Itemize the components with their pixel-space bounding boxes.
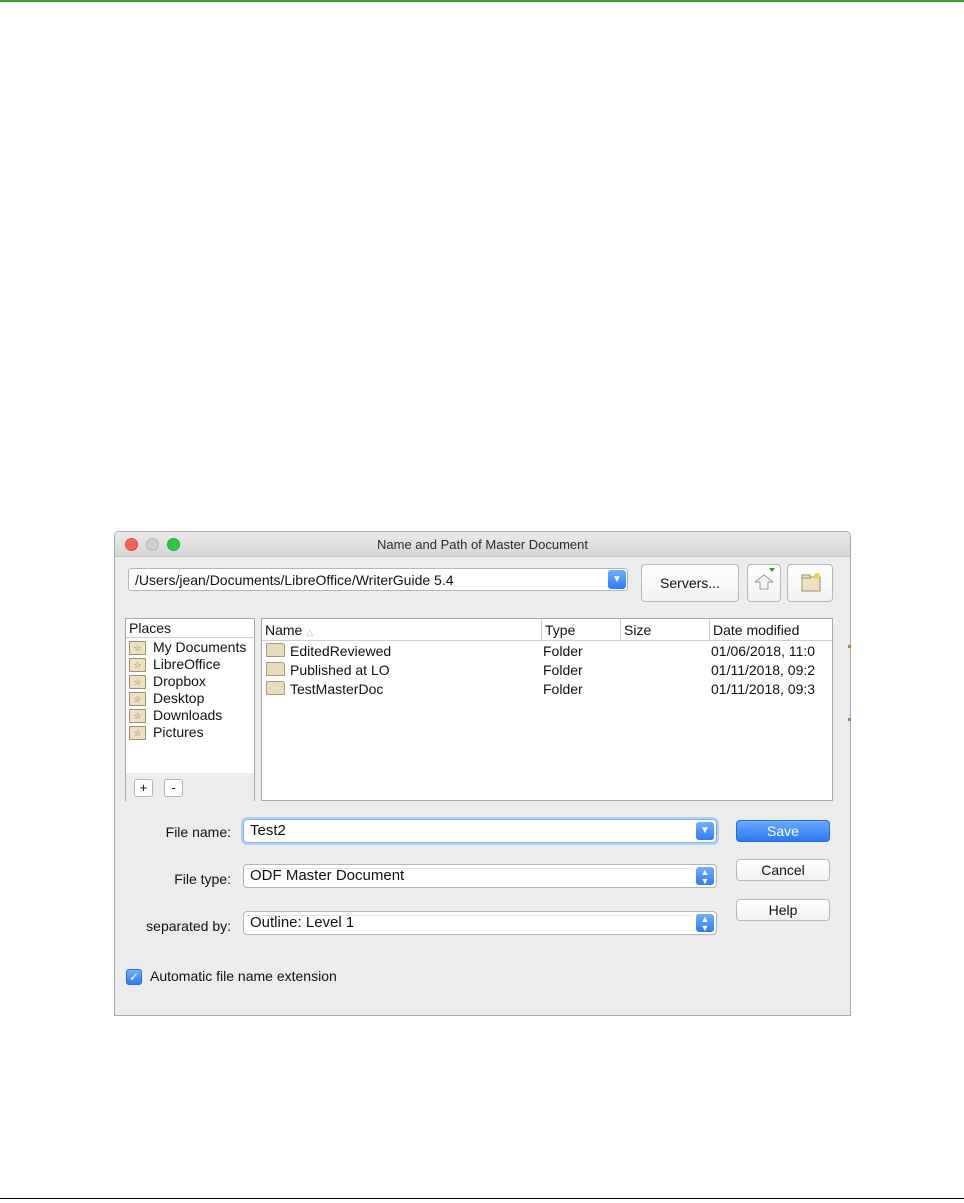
file-date: 01/06/2018, 11:0 <box>711 643 816 659</box>
sort-arrow-icon: △ <box>306 627 314 637</box>
place-label: Desktop <box>153 690 205 706</box>
place-item-dropbox[interactable]: ☆ Dropbox <box>129 673 253 690</box>
servers-button[interactable]: Servers... <box>641 564 739 602</box>
file-date: 01/11/2018, 09:2 <box>711 662 816 678</box>
checkmark-icon: ✓ <box>128 970 140 984</box>
new-folder-button[interactable] <box>787 564 833 602</box>
column-header-name[interactable]: Name △ <box>262 619 542 641</box>
file-list: Name △ Type Size Date modified EditedRevi… <box>261 618 833 801</box>
separated-by-label: separated by: <box>146 918 231 934</box>
auto-extension-label: Automatic file name extension <box>150 968 337 984</box>
auto-extension-checkbox[interactable]: ✓ <box>126 969 142 985</box>
updown-chevron-icon[interactable]: ▲ ▼ <box>696 914 714 933</box>
save-dialog: Name and Path of Master Document /Users/… <box>114 531 851 1016</box>
folder-icon <box>266 681 285 695</box>
file-type: Folder <box>543 662 583 678</box>
new-folder-icon <box>801 573 821 592</box>
star-folder-icon: ☆ <box>129 675 146 689</box>
folder-icon <box>266 643 285 657</box>
file-name-input[interactable]: Test2 ▼ <box>243 819 717 843</box>
cancel-button[interactable]: Cancel <box>736 859 830 881</box>
place-item-pictures[interactable]: ☆ Pictures <box>129 724 253 741</box>
up-folder-icon <box>753 568 775 590</box>
place-label: Pictures <box>153 724 204 740</box>
place-item-desktop[interactable]: ☆ Desktop <box>129 690 253 707</box>
place-label: My Documents <box>153 639 247 655</box>
page-bottom-rule <box>0 1198 964 1199</box>
star-folder-icon: ☆ <box>129 709 146 723</box>
file-type-value: ODF Master Document <box>250 867 405 884</box>
folder-icon <box>266 662 285 676</box>
parent-folder-button[interactable] <box>747 564 781 602</box>
star-folder-icon: ☆ <box>129 641 146 655</box>
file-type: Folder <box>543 643 583 659</box>
places-panel: Places ☆ My Documents ☆ LibreOffice ☆ Dr… <box>125 618 255 801</box>
separated-by-value: Outline: Level 1 <box>250 914 355 931</box>
file-type-select[interactable]: ODF Master Document ▲ ▼ <box>243 864 717 888</box>
background-edge-mark <box>848 718 851 721</box>
dialog-titlebar: Name and Path of Master Document <box>115 532 850 557</box>
file-row[interactable]: TestMasterDoc Folder 01/11/2018, 09:3 <box>262 680 832 699</box>
background-edge-mark <box>848 645 851 648</box>
page-top-rule <box>0 0 964 2</box>
place-item-libreoffice[interactable]: ☆ LibreOffice <box>129 656 253 673</box>
file-name-label: File name: <box>165 824 231 840</box>
file-type: Folder <box>543 681 583 697</box>
separated-by-select[interactable]: Outline: Level 1 ▲ ▼ <box>243 911 717 935</box>
file-type-label: File type: <box>174 871 231 887</box>
file-name: Published at LO <box>290 662 390 678</box>
place-label: Dropbox <box>153 673 206 689</box>
chevron-down-icon[interactable]: ▼ <box>608 570 626 589</box>
star-folder-icon: ☆ <box>129 692 146 706</box>
file-date: 01/11/2018, 09:3 <box>711 681 816 697</box>
star-folder-icon: ☆ <box>129 726 146 740</box>
file-row[interactable]: Published at LO Folder 01/11/2018, 09:2 <box>262 661 832 680</box>
file-name: TestMasterDoc <box>290 681 384 697</box>
save-button[interactable]: Save <box>736 820 830 842</box>
column-header-date[interactable]: Date modified <box>710 619 832 641</box>
place-item-downloads[interactable]: ☆ Downloads <box>129 707 253 724</box>
help-button[interactable]: Help <box>736 899 830 921</box>
path-value: /Users/jean/Documents/LibreOffice/Writer… <box>135 572 454 588</box>
places-header: Places <box>129 620 172 636</box>
places-header-divider <box>126 637 254 638</box>
column-header-size[interactable]: Size <box>621 619 710 641</box>
path-combobox[interactable]: /Users/jean/Documents/LibreOffice/Writer… <box>128 568 628 591</box>
file-name: EditedReviewed <box>290 643 392 659</box>
add-place-button[interactable]: + <box>134 779 153 797</box>
column-header-type[interactable]: Type <box>542 619 621 641</box>
places-toolbar: + - <box>126 773 254 801</box>
chevron-down-icon[interactable]: ▼ <box>696 822 714 840</box>
dialog-title: Name and Path of Master Document <box>377 537 588 552</box>
column-header-label: Name <box>265 622 303 638</box>
place-item-my-documents[interactable]: ☆ My Documents <box>129 639 253 656</box>
place-label: Downloads <box>153 707 223 723</box>
star-folder-icon: ☆ <box>129 658 146 672</box>
updown-chevron-icon[interactable]: ▲ ▼ <box>696 867 714 886</box>
file-name-value: Test2 <box>250 822 286 839</box>
remove-place-button[interactable]: - <box>164 779 183 797</box>
place-label: LibreOffice <box>153 656 221 672</box>
file-row[interactable]: EditedReviewed Folder 01/06/2018, 11:0 <box>262 642 832 661</box>
